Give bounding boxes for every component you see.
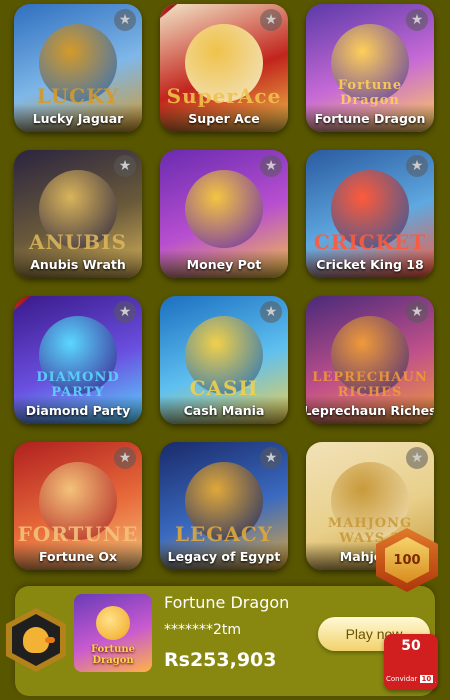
win-username: *******2tm <box>164 622 242 638</box>
star-icon[interactable]: ★ <box>260 301 282 323</box>
thumbnail-logo: Fortune Dragon <box>90 644 135 666</box>
game-tile[interactable]: SuperAce1500x★Super Ace <box>160 4 288 132</box>
win-game-title: Fortune Dragon <box>164 593 290 612</box>
star-icon[interactable]: ★ <box>114 9 136 31</box>
star-icon[interactable]: ★ <box>406 9 428 31</box>
star-icon[interactable]: ★ <box>406 447 428 469</box>
star-icon[interactable]: ★ <box>114 301 136 323</box>
duck-icon <box>23 627 55 653</box>
star-icon[interactable]: ★ <box>260 9 282 31</box>
game-name: Diamond Party <box>14 396 142 424</box>
promo-number: 50 <box>401 638 421 654</box>
game-name: Anubis Wrath <box>14 250 142 278</box>
promo-pre: Convidar <box>386 675 418 683</box>
star-icon[interactable]: ★ <box>114 155 136 177</box>
star-icon[interactable]: ★ <box>406 155 428 177</box>
game-tile[interactable]: ANUBIS ★ Anubis Wrath <box>14 150 142 278</box>
game-name: Fortune Ox <box>14 542 142 570</box>
game-character <box>185 169 263 248</box>
avatar-frame <box>12 614 60 666</box>
game-name: Leprechaun Riches <box>306 396 434 424</box>
game-tile[interactable]: LEPRECHAUN RICHES ★ Leprechaun Riches <box>306 296 434 424</box>
level-value: 100 <box>385 537 429 583</box>
game-tile[interactable]: FORTUNE ★ Fortune Ox <box>14 442 142 570</box>
star-icon[interactable]: ★ <box>406 301 428 323</box>
game-tile[interactable]: DIAMOND PARTY1200x★Diamond Party <box>14 296 142 424</box>
dragon-icon <box>96 606 130 640</box>
promo-text: Convidar 10 jogador <box>386 674 436 684</box>
game-name: Lucky Jaguar <box>14 104 142 132</box>
game-tile[interactable]: ★ Money Pot <box>160 150 288 278</box>
game-tile[interactable]: LEGACY ★ Legacy of Egypt <box>160 442 288 570</box>
game-name: Money Pot <box>160 250 288 278</box>
game-name: Cricket King 18 <box>306 250 434 278</box>
invite-promo[interactable]: 50 Convidar 10 jogador <box>384 634 438 690</box>
win-amount: Rs253,903 <box>164 649 277 671</box>
game-tile[interactable]: LUCKY ★ Lucky Jaguar <box>14 4 142 132</box>
game-tile[interactable]: CASH ★ Cash Mania <box>160 296 288 424</box>
star-icon[interactable]: ★ <box>260 155 282 177</box>
game-name: Super Ace <box>160 104 288 132</box>
star-icon[interactable]: ★ <box>114 447 136 469</box>
game-tile[interactable]: Fortune Dragon ★ Fortune Dragon <box>306 4 434 132</box>
win-game-thumbnail[interactable]: Fortune Dragon <box>74 594 152 672</box>
star-icon[interactable]: ★ <box>260 447 282 469</box>
promo-count: 10 <box>419 675 434 683</box>
game-tile[interactable]: CRICKET ★ Cricket King 18 <box>306 150 434 278</box>
game-name: Cash Mania <box>160 396 288 424</box>
game-name: Legacy of Egypt <box>160 542 288 570</box>
game-name: Fortune Dragon <box>306 104 434 132</box>
game-grid: LUCKY★Lucky JaguarSuperAce1500x★Super Ac… <box>0 0 450 580</box>
